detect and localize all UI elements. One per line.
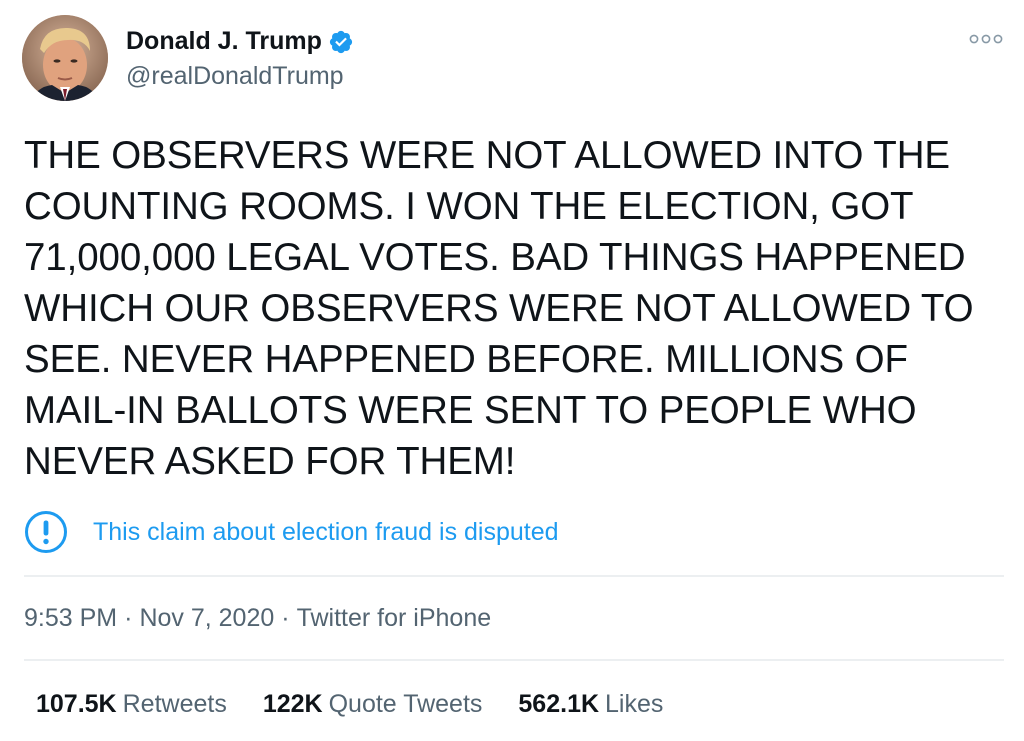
quote-tweets-label: Quote Tweets xyxy=(328,690,483,718)
profile-photo xyxy=(22,15,108,101)
meta-separator: · xyxy=(281,604,290,632)
tweet-source[interactable]: Twitter for iPhone xyxy=(297,604,492,632)
author-name-row: Donald J. Trump xyxy=(126,27,354,56)
likes-count: 562.1K xyxy=(518,690,600,718)
likes-stat[interactable]: 562.1K Likes xyxy=(518,690,663,719)
tweet-card: Donald J. Trump @realDonaldTrump THE OBS… xyxy=(0,0,1024,741)
retweets-label: Retweets xyxy=(122,690,227,718)
tweet-time[interactable]: 9:53 PM xyxy=(24,604,117,632)
engagement-stats: 107.5K Retweets 122K Quote Tweets 562.1K Li… xyxy=(36,690,699,719)
tweet-text: THE OBSERVERS WERE NOT ALLOWED INTO THE … xyxy=(24,134,974,483)
more-options-icon[interactable] xyxy=(968,28,1004,50)
quote-tweets-count: 122K xyxy=(262,690,323,718)
likes-label: Likes xyxy=(605,690,664,718)
divider xyxy=(24,575,1004,577)
tweet-date[interactable]: Nov 7, 2020 xyxy=(139,604,274,632)
divider xyxy=(24,659,1004,661)
handle[interactable]: @realDonaldTrump xyxy=(126,62,344,91)
retweets-stat[interactable]: 107.5K Retweets xyxy=(36,690,227,719)
meta-separator: · xyxy=(124,604,133,632)
quote-tweets-stat[interactable]: 122K Quote Tweets xyxy=(263,690,483,719)
disputed-claim-notice[interactable]: This claim about election fraud is dispu… xyxy=(24,510,559,554)
retweets-count: 107.5K xyxy=(36,690,117,718)
verified-badge-icon xyxy=(328,29,354,55)
avatar[interactable] xyxy=(22,15,108,101)
notice-text[interactable]: This claim about election fraud is dispu… xyxy=(93,518,559,547)
display-name[interactable]: Donald J. Trump xyxy=(126,27,322,56)
tweet-meta: 9:53 PM · Nov 7, 2020 · Twitter for iPhone xyxy=(24,604,491,633)
exclamation-circle-icon xyxy=(24,510,68,554)
